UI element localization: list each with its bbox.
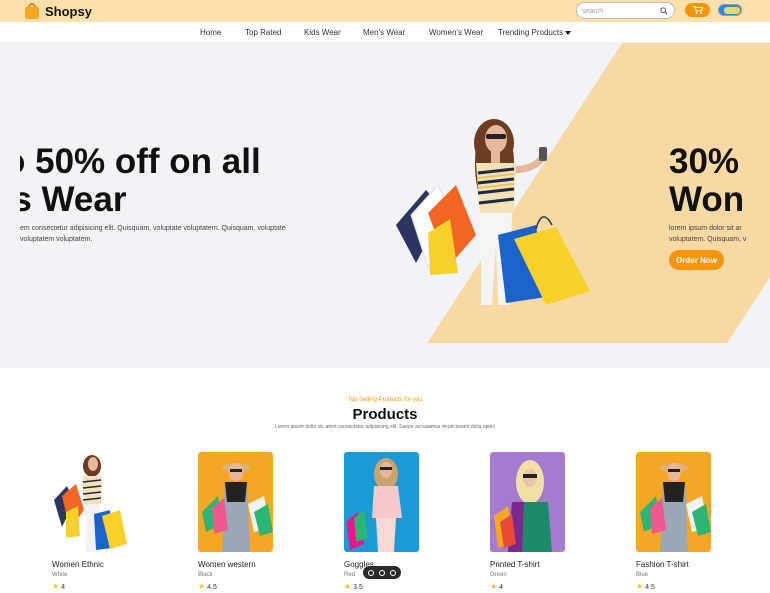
hero-slide1-line1: o 50% off on all: [4, 142, 261, 181]
product-rating: ★ 4: [52, 582, 65, 591]
brand-name: Shopsy: [45, 3, 92, 19]
product-rating-value: 4.5: [207, 584, 217, 591]
hero-slide1-description: em consectetur adipisicing elit. Quisqua…: [20, 225, 286, 243]
hero-model-image: [396, 119, 590, 305]
brand-logo[interactable]: Shopsy: [23, 2, 92, 20]
product-name: Fashion T-shirt: [636, 560, 689, 569]
star-icon: ★: [198, 582, 206, 591]
menu-icon[interactable]: [389, 569, 396, 576]
nav-trending-label: Trending Products: [498, 28, 564, 37]
hero-slide1-line2: 's Wear: [4, 180, 127, 219]
nav-home[interactable]: Home: [200, 28, 221, 37]
hero-slide2-line1: 30%: [669, 142, 740, 181]
hero-slide2-title: 30% Won: [669, 143, 744, 219]
search-input[interactable]: [582, 6, 657, 16]
product-name: Printed T-shirt: [490, 560, 540, 569]
order-now-button[interactable]: Order Now: [669, 250, 724, 270]
dark-mode-toggle[interactable]: [718, 4, 742, 16]
product-image: [490, 452, 565, 552]
product-color: Green: [490, 572, 507, 578]
product-image: [344, 452, 419, 552]
top-bar: Shopsy: [0, 0, 770, 22]
nav-top-rated[interactable]: Top Rated: [245, 28, 281, 37]
nav-kids-wear[interactable]: Kids Wear: [304, 28, 341, 37]
star-icon: ★: [52, 582, 60, 591]
product-color: Black: [198, 572, 213, 578]
product-rating-value: 3.5: [353, 584, 363, 591]
product-image: [52, 452, 127, 552]
caret-down-icon: [565, 30, 572, 35]
hero-slide2-line2: Won: [669, 180, 745, 219]
hero-banner: o 50% off on all 's Wear em consectetur …: [0, 43, 770, 368]
product-card[interactable]: Fashion T-shirt Blue ★ 4.5: [636, 452, 716, 591]
product-rating: ★ 4.5: [198, 582, 217, 591]
hero-slide-edge: [0, 123, 20, 223]
hero-slide2-desc-line2: voluptatem. Quisquam, v: [669, 236, 747, 243]
cart-icon: [692, 6, 703, 14]
hero-slide2-description: lorem ipsum dolor sit ar voluptatem. Qui…: [669, 223, 749, 245]
floating-toolbar[interactable]: [363, 566, 401, 579]
product-card[interactable]: Goggles Red ★ 3.5: [344, 452, 424, 591]
nav-trending-products[interactable]: Trending Products: [498, 28, 572, 37]
search-box[interactable]: [576, 2, 675, 19]
product-color: Red: [344, 572, 356, 578]
star-icon: ★: [636, 582, 644, 591]
product-rating-value: 4: [61, 584, 66, 591]
screenshot-icon[interactable]: [378, 569, 385, 576]
hero-slide1-title: o 50% off on all 's Wear: [4, 143, 261, 219]
products-description: Lorem ipsum dolor sit, amet consectetur …: [274, 424, 496, 430]
product-card[interactable]: Women western Black ★ 4.5: [198, 452, 278, 591]
main-nav: Home Top Rated Kids Wear Men's Wear Wome…: [0, 22, 770, 43]
product-name: Women Ethnic: [52, 560, 104, 569]
product-image: [636, 452, 711, 552]
product-rating: ★ 4: [490, 582, 503, 591]
product-rating-value: 4: [499, 584, 504, 591]
shopping-bag-icon: [23, 3, 41, 19]
product-card[interactable]: Women Ethnic White ★ 4: [52, 452, 132, 591]
products-subtitle: Top Selling Products for you: [347, 397, 423, 403]
nav-mens-wear[interactable]: Men's Wear: [363, 28, 405, 37]
product-image: [198, 452, 273, 552]
hero-slide2-desc-line1: lorem ipsum dolor sit ar: [669, 225, 742, 232]
product-card[interactable]: Printed T-shirt Green ★ 4: [490, 452, 570, 591]
product-color: Blue: [636, 572, 649, 578]
star-icon: ★: [344, 582, 352, 591]
nav-womens-wear[interactable]: Women's Wear: [429, 28, 483, 37]
star-icon: ★: [490, 582, 498, 591]
search-icon[interactable]: [660, 7, 668, 15]
product-name: Women western: [198, 560, 256, 569]
toggle-knob-icon: [724, 7, 740, 14]
product-rating-value: 4.5: [645, 584, 655, 591]
products-title: Products: [352, 406, 418, 423]
comment-icon[interactable]: [368, 569, 375, 576]
product-rating: ★ 3.5: [344, 582, 363, 591]
product-rating: ★ 4.5: [636, 582, 655, 591]
cart-button[interactable]: [685, 3, 710, 17]
product-color: White: [52, 572, 68, 578]
